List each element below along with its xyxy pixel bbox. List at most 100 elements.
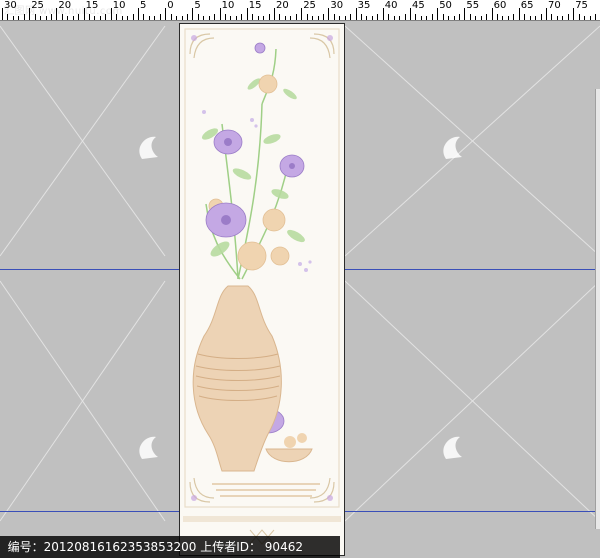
ruler-tick bbox=[458, 14, 460, 20]
ruler-tick bbox=[399, 16, 401, 20]
ruler-tick bbox=[556, 16, 558, 20]
ruler-label: 45 bbox=[412, 0, 425, 11]
ruler-tick bbox=[464, 8, 466, 20]
ruler-tick bbox=[377, 14, 379, 20]
ruler-tick bbox=[415, 14, 417, 20]
ruler-tick bbox=[197, 14, 199, 20]
ruler-tick bbox=[567, 14, 569, 20]
ruler-tick bbox=[78, 14, 80, 20]
ruler-tick bbox=[371, 16, 373, 20]
ruler-label: 70 bbox=[548, 0, 561, 11]
ruler-tick bbox=[513, 14, 515, 20]
ruler-label: 50 bbox=[439, 0, 452, 11]
ruler-tick bbox=[274, 8, 275, 20]
ruler-tick bbox=[426, 16, 428, 20]
ruler-tick bbox=[594, 14, 596, 20]
ruler-tick bbox=[40, 16, 42, 20]
ruler-tick bbox=[83, 8, 85, 20]
ruler-tick bbox=[192, 8, 194, 20]
ruler-tick bbox=[475, 16, 477, 20]
ruler-tick bbox=[578, 14, 580, 20]
ruler-tick bbox=[295, 14, 297, 20]
ruler-tick bbox=[518, 8, 520, 20]
ruler-tick bbox=[203, 16, 205, 20]
ruler-tick bbox=[322, 14, 324, 20]
ruler-tick bbox=[442, 14, 444, 20]
ruler-tick bbox=[344, 16, 346, 20]
document-canvas[interactable]: 编号：20120816162353853200 上传者ID： 90462 bbox=[0, 21, 600, 558]
ruler-label: 15 bbox=[248, 0, 262, 11]
ruler-tick bbox=[18, 16, 20, 20]
ruler-tick bbox=[138, 8, 139, 20]
ruler-tick bbox=[361, 14, 363, 20]
ruler-label: 75 bbox=[575, 0, 588, 11]
ruler-tick bbox=[584, 16, 586, 20]
vertical-scrollbar[interactable] bbox=[595, 89, 600, 529]
ruler-tick bbox=[284, 16, 286, 20]
ruler-tick bbox=[235, 16, 237, 20]
ruler-label: 0 bbox=[167, 0, 174, 11]
ruler-tick bbox=[56, 8, 58, 20]
ruler-tick bbox=[507, 16, 509, 20]
ruler-tick bbox=[252, 14, 254, 20]
ruler-tick bbox=[540, 14, 542, 20]
ruler-tick bbox=[257, 16, 259, 20]
artboard[interactable] bbox=[180, 24, 344, 555]
ruler-tick bbox=[241, 14, 243, 20]
ruler-tick bbox=[67, 16, 69, 20]
image-info-bar: 编号：20120816162353853200 上传者ID： 90462 bbox=[0, 536, 340, 558]
ruler-label: 65 bbox=[520, 0, 534, 11]
ruler-tick bbox=[279, 14, 281, 20]
ruler-tick bbox=[317, 16, 319, 20]
ruler-tick bbox=[301, 8, 303, 20]
ruler-tick bbox=[94, 16, 96, 20]
ruler-label: 10 bbox=[112, 0, 126, 11]
ruler-label: 15 bbox=[85, 0, 99, 11]
ruler-tick bbox=[89, 14, 91, 20]
ruler-tick bbox=[29, 8, 31, 20]
ruler-tick bbox=[2, 8, 3, 20]
ruler-tick bbox=[328, 8, 330, 20]
ruler-tick bbox=[306, 14, 308, 20]
ruler-tick bbox=[121, 16, 123, 20]
ruler-tick bbox=[393, 16, 395, 20]
ruler-tick bbox=[562, 16, 564, 20]
ruler-label: 25 bbox=[31, 0, 44, 11]
ruler-tick bbox=[225, 14, 227, 20]
ruler-tick bbox=[159, 14, 161, 20]
ruler-label: 5 bbox=[140, 0, 147, 11]
ruler-tick bbox=[312, 16, 314, 20]
ruler-label: 35 bbox=[357, 0, 371, 11]
ruler-tick bbox=[355, 8, 357, 20]
ruler-label: 5 bbox=[194, 0, 201, 11]
ruler-tick bbox=[589, 16, 591, 20]
ruler-label: 30 bbox=[4, 0, 17, 11]
ruler-tick bbox=[214, 14, 216, 20]
ruler-label: 25 bbox=[303, 0, 316, 11]
ruler-tick bbox=[132, 14, 134, 20]
ruler-tick bbox=[148, 16, 150, 20]
ruler-tick bbox=[34, 14, 36, 20]
ruler-tick bbox=[437, 8, 439, 20]
top-ruler[interactable]: 汇图网 www.huitu.com 30 25 20 15 10 5 0 5 10 15 20 25 3… bbox=[0, 0, 600, 21]
ruler-tick bbox=[420, 16, 422, 20]
ruler-tick bbox=[7, 14, 9, 20]
ruler-tick bbox=[45, 16, 47, 20]
ruler-tick bbox=[186, 14, 188, 20]
uploader-value: 90462 bbox=[264, 540, 303, 554]
ruler-tick bbox=[388, 14, 390, 20]
ruler-tick bbox=[453, 16, 455, 20]
ruler-tick bbox=[551, 14, 553, 20]
ruler-tick bbox=[469, 14, 471, 20]
ruler-tick bbox=[116, 14, 118, 20]
floral-vase-artwork bbox=[183, 28, 341, 545]
id-value: 20120816162353853200 bbox=[43, 540, 197, 554]
ruler-tick bbox=[448, 16, 450, 20]
ruler-tick bbox=[497, 14, 499, 20]
ruler-tick bbox=[546, 8, 547, 20]
ruler-tick bbox=[268, 14, 270, 20]
ruler-tick bbox=[366, 16, 368, 20]
ruler-label: 55 bbox=[466, 0, 480, 11]
uploader-label: 上传者ID： bbox=[200, 540, 261, 554]
ruler-tick bbox=[143, 14, 145, 20]
